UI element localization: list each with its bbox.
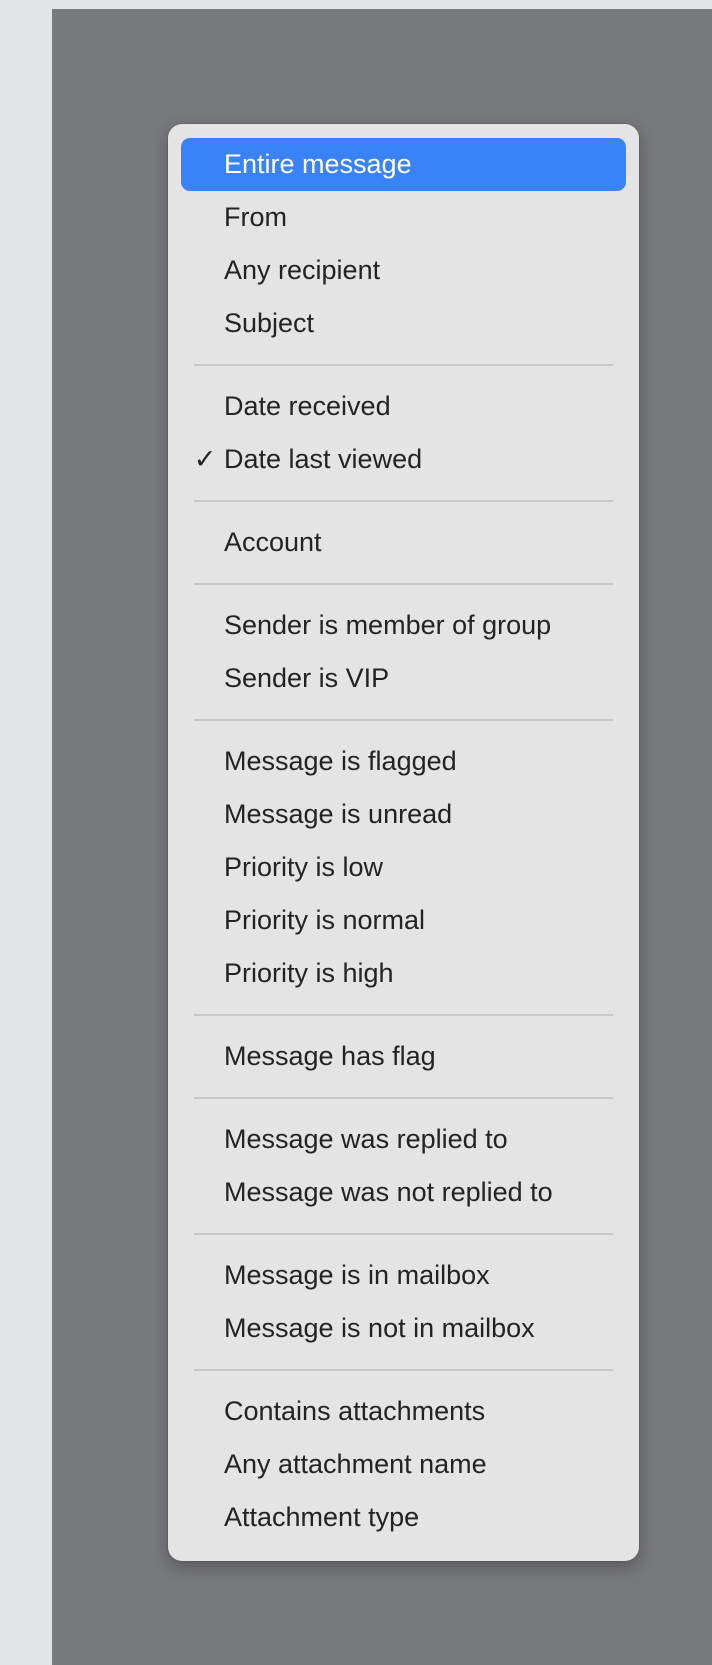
menu-item-label: Date last viewed [224, 444, 423, 474]
menu-item-label: Message is not in mailbox [224, 1313, 535, 1343]
menu-item-label: Subject [224, 308, 315, 338]
menu-item-from[interactable]: From [181, 191, 626, 244]
menu-item-message-is-not-in-mailbox[interactable]: Message is not in mailbox [181, 1302, 626, 1355]
menu-separator [194, 1014, 613, 1016]
menu-item-priority-is-normal[interactable]: Priority is normal [181, 894, 626, 947]
menu-item-contains-attachments[interactable]: Contains attachments [181, 1385, 626, 1438]
menu-item-account[interactable]: Account [181, 516, 626, 569]
menu-item-label: Message is flagged [224, 746, 457, 776]
menu-item-message-is-in-mailbox[interactable]: Message is in mailbox [181, 1249, 626, 1302]
menu-item-label: Message was not replied to [224, 1177, 553, 1207]
menu-item-label: Sender is member of group [224, 610, 552, 640]
menu-separator [194, 1369, 613, 1371]
menu-item-message-was-not-replied-to[interactable]: Message was not replied to [181, 1166, 626, 1219]
menu-item-label: Priority is low [224, 852, 384, 882]
menu-item-label: Contains attachments [224, 1396, 486, 1426]
menu-item-any-attachment-name[interactable]: Any attachment name [181, 1438, 626, 1491]
menu-item-label: Any recipient [224, 255, 381, 285]
menu-item-label: Message is unread [224, 799, 453, 829]
menu-item-label: Message is in mailbox [224, 1260, 490, 1290]
menu-item-any-recipient[interactable]: Any recipient [181, 244, 626, 297]
menu-item-label: Priority is high [224, 958, 394, 988]
menu-item-message-is-flagged[interactable]: Message is flagged [181, 735, 626, 788]
menu-item-label: Sender is VIP [224, 663, 390, 693]
menu-item-date-received[interactable]: Date received [181, 380, 626, 433]
menu-separator [194, 583, 613, 585]
menu-item-label: Attachment type [224, 1502, 420, 1532]
menu-item-label: Message has flag [224, 1041, 436, 1071]
criteria-popup-menu: Entire message From Any recipient Subject Da… [168, 124, 639, 1561]
menu-item-label: Message was replied to [224, 1124, 508, 1154]
menu-separator [194, 364, 613, 366]
menu-item-entire-message[interactable]: Entire message [181, 138, 626, 191]
menu-item-sender-is-vip[interactable]: Sender is VIP [181, 652, 626, 705]
menu-item-date-last-viewed[interactable]: ✓ Date last viewed [181, 433, 626, 486]
menu-item-attachment-type[interactable]: Attachment type [181, 1491, 626, 1544]
menu-separator [194, 500, 613, 502]
menu-item-label: Account [224, 527, 322, 557]
menu-item-label: Any attachment name [224, 1449, 487, 1479]
menu-separator [194, 1097, 613, 1099]
menu-item-message-has-flag[interactable]: Message has flag [181, 1030, 626, 1083]
checkmark-icon: ✓ [193, 444, 217, 474]
menu-item-message-was-replied-to[interactable]: Message was replied to [181, 1113, 626, 1166]
menu-item-label: Entire message [224, 149, 412, 179]
menu-item-label: From [224, 202, 287, 232]
menu-item-priority-is-high[interactable]: Priority is high [181, 947, 626, 1000]
menu-item-message-is-unread[interactable]: Message is unread [181, 788, 626, 841]
menu-item-subject[interactable]: Subject [181, 297, 626, 350]
menu-item-label: Date received [224, 391, 391, 421]
menu-item-sender-is-member-of-group[interactable]: Sender is member of group [181, 599, 626, 652]
menu-separator [194, 1233, 613, 1235]
menu-separator [194, 719, 613, 721]
menu-item-label: Priority is normal [224, 905, 426, 935]
menu-item-priority-is-low[interactable]: Priority is low [181, 841, 626, 894]
